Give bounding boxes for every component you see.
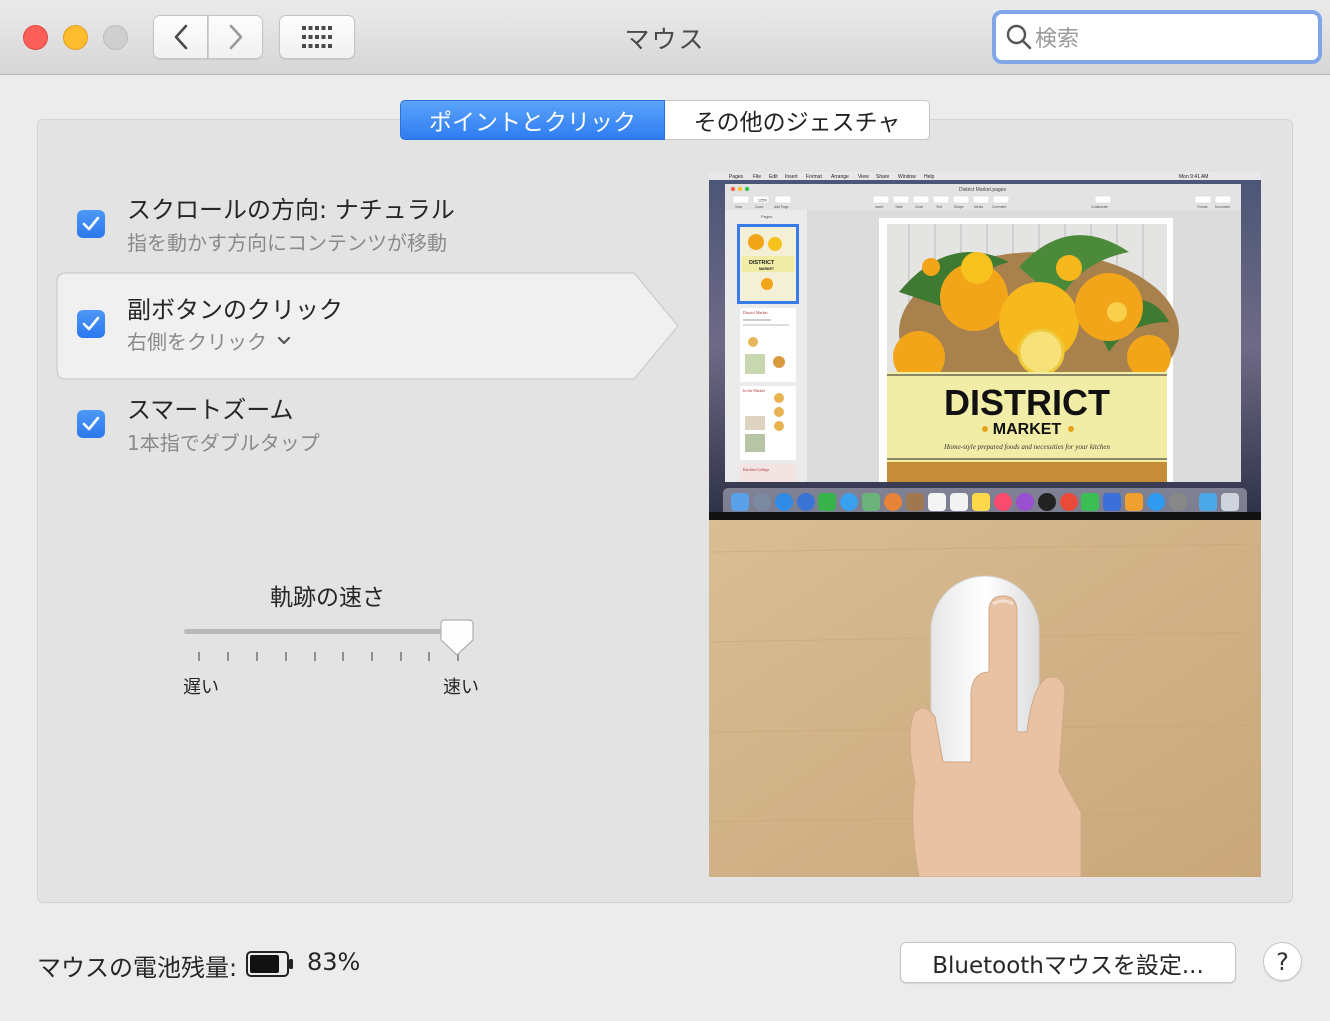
toolbar-label: Table [895,205,903,209]
scroll-direction-checkbox[interactable] [77,210,105,238]
preview-illustration: Pages File Edit Insert Format Arrange Vi… [709,172,1261,877]
slider-tick [256,652,258,661]
thumb-title: DISTRICT [749,260,775,266]
option-title: スマートズーム [127,396,294,424]
toolbar-label: Format [1197,205,1208,209]
slider-tick [400,652,402,661]
toolbar-label: Shape [954,205,964,209]
slider-tick [227,652,229,661]
toolbar-label: Add Page [774,205,789,209]
tab-bar: ポイントとクリック その他のジェスチャ [400,100,930,140]
toolbar-label: Chart [915,205,923,209]
help-button[interactable]: ? [1263,942,1302,981]
menubar-item: Edit [769,174,778,180]
battery-icon [246,951,293,977]
toolbar-label: Document [1215,205,1230,209]
menubar-item: View [858,174,869,180]
popup-value: 右側をクリック [127,330,267,354]
menubar-item: Pages [729,174,744,180]
slider-tick [285,652,287,661]
search-field[interactable]: 検索 [992,10,1322,64]
banner-subtitle: MARKET [993,421,1062,438]
checkmark-icon [82,416,100,431]
doc-title: District Market.pages [959,187,1006,193]
thumb-title: Kitchen College [743,467,769,472]
thumb-title: District Market [743,310,768,315]
slider-max-label: 速い [443,677,479,698]
menubar-item: Format [806,174,822,180]
tracking-speed-track[interactable] [184,629,459,634]
menubar-item: Help [924,174,935,180]
chevron-down-icon [277,336,291,344]
menubar-item: Arrange [831,174,849,180]
secondary-click-popup[interactable]: 右側をクリック [127,326,291,355]
battery-percent: 83% [307,948,361,976]
setup-bluetooth-mouse-button[interactable]: Bluetoothマウスを設定... [900,942,1236,983]
slider-min-label: 遅い [183,677,219,698]
menubar-clock: Mon 9:41 AM [1179,174,1208,180]
toolbar-label: Text [936,205,942,209]
sidebar-header: Pages [761,214,772,219]
option-subtitle: 1本指でダブルタップ [127,431,320,455]
thumb-title: MARKET [759,267,775,271]
banner-tagline: Home-style prepared foods and necessitie… [943,443,1111,451]
menubar-item: Share [876,174,890,180]
thumb-title: In the Market [743,388,766,393]
search-icon [1006,24,1032,50]
slider-tick [342,652,344,661]
secondary-click-checkbox[interactable] [77,310,105,338]
toolbar-label: Insert [875,205,883,209]
toolbar-label: Collaborate [1091,205,1108,209]
toolbar-label: View [735,205,743,209]
banner-title: DISTRICT [944,382,1110,423]
toolbar-label: Media [974,205,983,209]
checkmark-icon [82,316,100,331]
option-subtitle: 指を動かす方向にコンテンツが移動 [127,231,447,255]
toolbar-label: Zoom [755,205,764,209]
slider-tick [198,652,200,661]
smart-zoom-checkbox[interactable] [77,410,105,438]
option-title: スクロールの方向: ナチュラル [127,196,455,224]
search-placeholder: 検索 [1035,27,1080,52]
option-title: 副ボタンのクリック [127,296,343,324]
toolbar-label: Comment [992,205,1006,209]
zoom-value: 125% [758,199,767,203]
title-bar: マウス 検索 [0,0,1330,75]
gesture-preview: Pages File Edit Insert Format Arrange Vi… [709,172,1261,877]
menubar-item: File [753,174,761,180]
menubar-item: Insert [785,174,798,180]
slider-tick [314,652,316,661]
menubar-item: Window [898,174,916,180]
battery-label: マウスの電池残量: [37,954,238,982]
tracking-speed-knob[interactable] [439,618,475,658]
tab-more-gestures[interactable]: その他のジェスチャ [665,100,930,140]
tracking-speed-title: 軌跡の速さ [270,585,385,611]
checkmark-icon [82,216,100,231]
tab-point-and-click[interactable]: ポイントとクリック [400,100,665,140]
slider-tick [371,652,373,661]
slider-tick [428,652,430,661]
